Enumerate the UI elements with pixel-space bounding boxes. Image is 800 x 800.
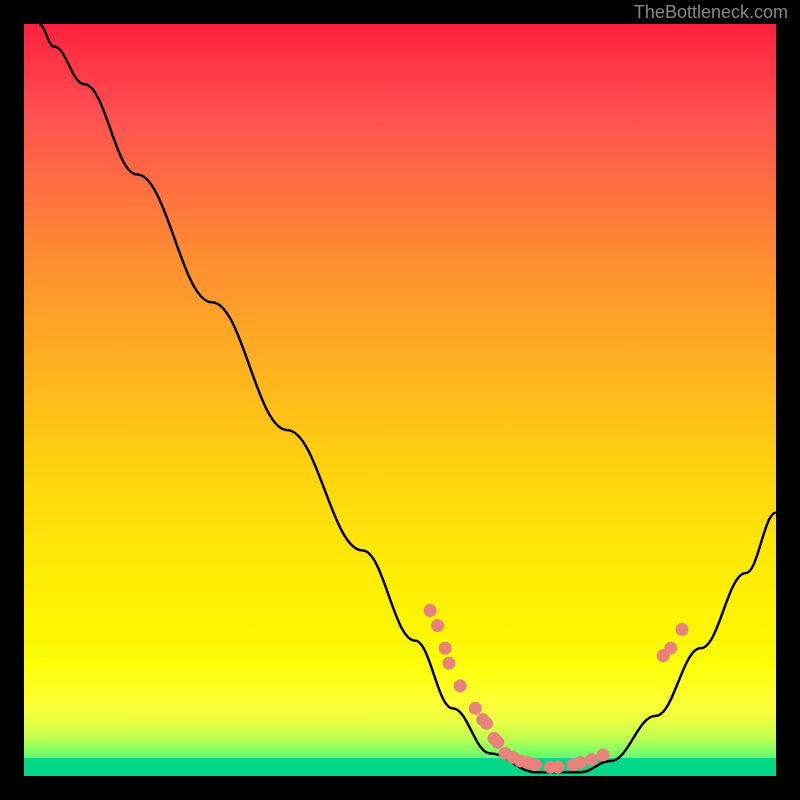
data-dot <box>597 748 610 761</box>
data-dot <box>442 657 455 670</box>
data-dot <box>676 623 689 636</box>
chart-plot-area <box>24 24 776 776</box>
data-dot <box>431 619 444 632</box>
data-dot <box>529 758 542 771</box>
data-dot <box>574 756 587 769</box>
attribution-text: TheBottleneck.com <box>634 2 788 23</box>
data-dot <box>439 642 452 655</box>
data-dot <box>469 702 482 715</box>
data-dot <box>424 604 437 617</box>
data-dot <box>454 679 467 692</box>
data-dot <box>491 736 504 749</box>
data-dot <box>551 760 564 773</box>
data-dot <box>664 642 677 655</box>
data-dot <box>585 753 598 766</box>
data-dot <box>480 717 493 730</box>
data-dots-group <box>424 604 689 773</box>
chart-svg <box>24 24 776 776</box>
